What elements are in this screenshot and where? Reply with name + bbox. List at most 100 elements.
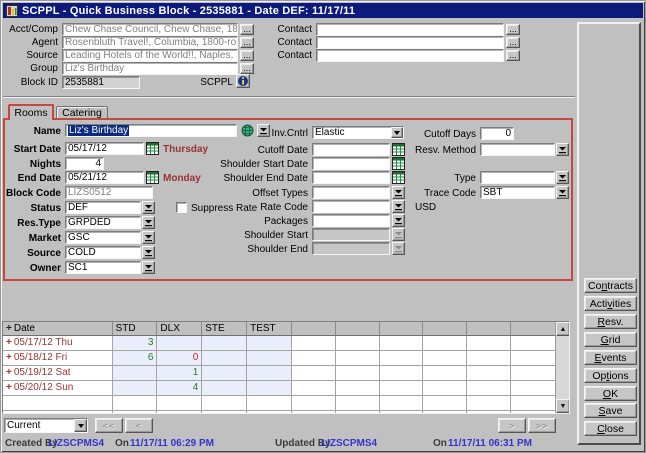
contact2-lookup-button[interactable]: ... (506, 37, 520, 48)
grid-header-cell[interactable]: STE (202, 322, 247, 336)
expand-icon[interactable]: + (6, 367, 12, 378)
agent-field[interactable]: Rosenbluth Travel!, Columbia, 1800-roser (62, 36, 238, 49)
close-button[interactable]: Close (584, 421, 637, 436)
contact1-field[interactable] (316, 23, 504, 36)
grid-cell[interactable]: 3 (113, 336, 158, 351)
grid-header-cell[interactable]: DLX (157, 322, 202, 336)
start-date-field[interactable]: 05/17/12 (65, 142, 144, 155)
grid-header-cell[interactable]: STD (113, 322, 158, 336)
tab-rooms[interactable]: Rooms (8, 104, 54, 120)
shoulder-end-date-field[interactable] (312, 171, 390, 184)
nav-next-button[interactable]: > (498, 418, 526, 433)
owner-dropdown-button[interactable] (142, 261, 155, 274)
name-dropdown-button[interactable] (257, 124, 270, 137)
trace-code-field[interactable]: SBT (480, 186, 555, 199)
grid-cell (3, 396, 113, 411)
start-date-calendar-button[interactable] (146, 142, 159, 158)
grid-row: +05/18/12 Fri60 (3, 351, 556, 366)
grid-cell[interactable] (202, 366, 247, 381)
nights-field[interactable]: 4 (65, 157, 104, 170)
grid-cell[interactable] (202, 351, 247, 366)
contracts-button[interactable]: Contracts (584, 278, 637, 293)
inv-cntrl-combo-arrow[interactable] (391, 127, 403, 138)
type-dropdown-button[interactable] (556, 171, 569, 184)
expand-icon[interactable]: + (6, 323, 12, 334)
info-button[interactable] (236, 74, 250, 88)
resv-button[interactable]: Resv. (584, 314, 637, 329)
options-button[interactable]: Options (584, 368, 637, 383)
res-type-dropdown-button[interactable] (142, 216, 155, 229)
contact3-lookup-button[interactable]: ... (506, 50, 520, 61)
nav-prev-button[interactable]: < (125, 418, 153, 433)
grid-cell[interactable] (202, 381, 247, 396)
save-button[interactable]: Save (584, 403, 637, 418)
nav-first-button[interactable]: << (95, 418, 123, 433)
group-field[interactable]: Liz's Birthday (62, 62, 238, 75)
contact1-lookup-button[interactable]: ... (506, 24, 520, 35)
ok-button[interactable]: OK (584, 386, 637, 401)
grid-cell[interactable] (247, 351, 292, 366)
expand-icon[interactable]: + (6, 337, 12, 348)
activities-button[interactable]: Activities (584, 296, 637, 311)
type-field[interactable] (480, 171, 555, 184)
events-button[interactable]: Events (584, 350, 637, 365)
grid-cell (336, 336, 380, 351)
end-date-calendar-button[interactable] (146, 171, 159, 187)
contact3-field[interactable] (316, 49, 504, 62)
trace-code-dropdown-button[interactable] (556, 186, 569, 199)
acct-comp-field[interactable]: Chew Chase Council, Chew Chase, 1800 (62, 23, 238, 36)
status-dropdown-button[interactable] (142, 201, 155, 214)
grid-cell (202, 396, 247, 411)
res-type-field[interactable]: GRPDED (65, 216, 141, 229)
grid-header-cell[interactable]: TEST (247, 322, 292, 336)
name-field[interactable]: Liz's Birthday (65, 124, 237, 137)
scroll-up-button[interactable]: ▲ (556, 322, 570, 336)
grid-cell[interactable] (113, 366, 158, 381)
grid-cell[interactable] (157, 336, 202, 351)
expand-icon[interactable]: + (6, 382, 12, 393)
source-code-field[interactable]: COLD (65, 246, 141, 259)
rate-code-dropdown-button[interactable] (392, 200, 405, 213)
grid-cell[interactable]: 1 (157, 366, 202, 381)
grid-cell[interactable] (247, 336, 292, 351)
contact2-field[interactable] (316, 36, 504, 49)
source-account-field[interactable]: Leading Hotels of the World!!, Naples, 1… (62, 49, 238, 62)
cutoff-date-field[interactable] (312, 143, 390, 156)
status-field[interactable]: DEF (65, 201, 141, 214)
expand-icon[interactable]: + (6, 352, 12, 363)
updated-on-value: 11/17/11 06:31 PM (448, 438, 532, 450)
grid-cell[interactable]: 4 (157, 381, 202, 396)
offset-types-dropdown-button[interactable] (392, 186, 405, 199)
shoulder-end-calendar-button[interactable] (392, 171, 405, 187)
rate-code-field[interactable] (312, 200, 390, 213)
packages-dropdown-button[interactable] (392, 214, 405, 227)
suppress-rate-checkbox[interactable] (176, 202, 187, 213)
grid-cell[interactable] (202, 336, 247, 351)
grid-cell[interactable]: 6 (113, 351, 158, 366)
resv-method-field[interactable] (480, 143, 555, 156)
grid-cell[interactable] (247, 366, 292, 381)
grid-vertical-scrollbar[interactable]: ▲ ▼ (555, 322, 569, 413)
market-dropdown-button[interactable] (142, 231, 155, 244)
group-lookup-button[interactable]: ... (240, 63, 254, 74)
view-selector-arrow[interactable] (74, 419, 87, 432)
market-field[interactable]: GSC (65, 231, 141, 244)
grid-button[interactable]: Grid (584, 332, 637, 347)
scroll-down-button[interactable]: ▼ (556, 399, 570, 413)
owner-field[interactable]: SC1 (65, 261, 141, 274)
block-code-field[interactable]: LIZS0512 (65, 186, 153, 199)
title-bar[interactable]: SCPPL - Quick Business Block - 2535881 -… (3, 3, 643, 18)
shoulder-start-date-field[interactable] (312, 157, 390, 170)
offset-types-field[interactable] (312, 186, 390, 199)
resv-method-dropdown-button[interactable] (556, 143, 569, 156)
cutoff-days-field[interactable]: 0 (480, 127, 514, 140)
translate-button[interactable] (241, 124, 254, 140)
grid-cell[interactable]: 0 (157, 351, 202, 366)
packages-field[interactable] (312, 214, 390, 227)
grid-cell[interactable] (247, 381, 292, 396)
source-dropdown-button[interactable] (142, 246, 155, 259)
grid-cell[interactable] (113, 381, 158, 396)
nav-last-button[interactable]: >> (528, 418, 556, 433)
grid-header-cell[interactable]: +Date (3, 322, 113, 336)
end-date-field[interactable]: 05/21/12 (65, 171, 144, 184)
